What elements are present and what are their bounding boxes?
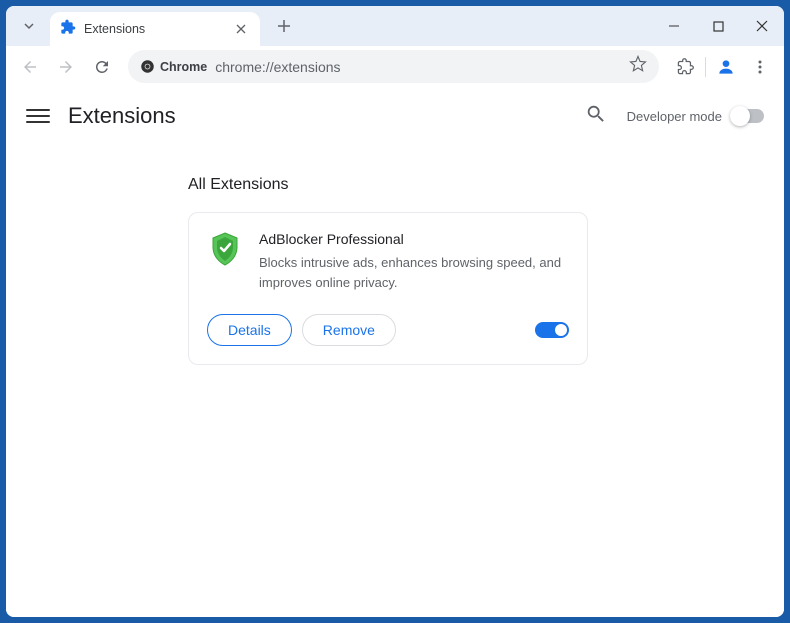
developer-mode-label: Developer mode [627, 109, 722, 124]
search-extensions-button[interactable] [585, 103, 607, 130]
puzzle-icon [60, 19, 76, 40]
extensions-icon-button[interactable] [669, 51, 701, 83]
menu-button[interactable] [744, 51, 776, 83]
hamburger-menu-button[interactable] [26, 104, 50, 128]
card-body: AdBlocker Professional Blocks intrusive … [259, 231, 569, 292]
profile-button[interactable] [710, 51, 742, 83]
titlebar: Extensions [6, 6, 784, 46]
browser-window: PC risk .com Extensions [6, 6, 784, 617]
bookmark-button[interactable] [629, 55, 647, 78]
toolbar-right [669, 51, 776, 83]
site-chip: Chrome [140, 59, 207, 74]
browser-tab[interactable]: Extensions [50, 12, 260, 46]
card-top: AdBlocker Professional Blocks intrusive … [207, 231, 569, 292]
address-bar[interactable]: Chrome chrome://extensions [128, 50, 659, 83]
reload-button[interactable] [86, 51, 118, 83]
extension-description: Blocks intrusive ads, enhances browsing … [259, 253, 569, 292]
extension-card: AdBlocker Professional Blocks intrusive … [188, 212, 588, 365]
new-tab-button[interactable] [270, 12, 298, 40]
extension-enabled-toggle[interactable] [535, 322, 569, 338]
page-content: Extensions Developer mode All Extensions… [6, 88, 784, 617]
tab-title: Extensions [84, 22, 232, 36]
remove-button[interactable]: Remove [302, 314, 396, 346]
close-window-button[interactable] [740, 6, 784, 46]
site-chip-label: Chrome [160, 60, 207, 74]
toolbar: Chrome chrome://extensions [6, 46, 784, 88]
section-title: All Extensions [188, 176, 784, 194]
details-button[interactable]: Details [207, 314, 292, 346]
shield-icon [207, 231, 243, 267]
maximize-button[interactable] [696, 6, 740, 46]
minimize-button[interactable] [652, 6, 696, 46]
page-title: Extensions [68, 103, 585, 129]
page-header: Extensions Developer mode [6, 88, 784, 144]
tab-search-button[interactable] [16, 13, 42, 39]
toolbar-divider [705, 57, 706, 77]
card-actions: Details Remove [207, 314, 569, 346]
window-controls [652, 6, 784, 46]
tab-close-button[interactable] [232, 20, 250, 38]
extension-name: AdBlocker Professional [259, 231, 569, 247]
developer-mode-toggle[interactable] [732, 109, 764, 123]
chrome-icon [140, 59, 155, 74]
back-button[interactable] [14, 51, 46, 83]
url-text: chrome://extensions [215, 59, 621, 75]
forward-button[interactable] [50, 51, 82, 83]
